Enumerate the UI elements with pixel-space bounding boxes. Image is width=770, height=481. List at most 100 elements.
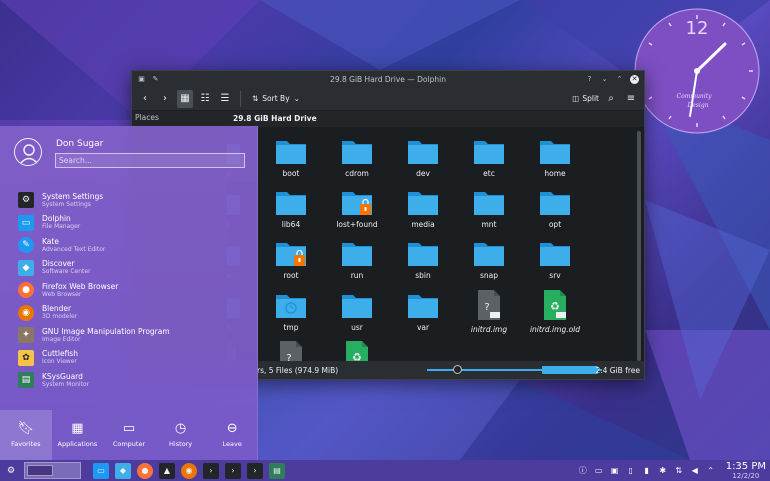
breadcrumb[interactable]: 29.8 GiB Hard Drive <box>227 111 644 127</box>
file-item[interactable]: usr <box>326 289 388 332</box>
icons-view-icon[interactable]: ▦ <box>177 89 193 108</box>
app-menu-icon[interactable]: ▣ <box>137 75 146 84</box>
firefox-task-icon[interactable]: ● <box>137 462 153 479</box>
file-item[interactable]: mnt <box>458 186 520 229</box>
task-manager: ▭ ◆ ● ▲ ◉ › › › ▤ <box>93 462 285 479</box>
app-item-firefox[interactable]: ● Firefox Web Browser Web Browser <box>0 279 258 302</box>
discover-task-icon[interactable]: ◆ <box>115 462 131 479</box>
app-item-cuttlefish[interactable]: ✿ Cuttlefish Icon Viewer <box>0 347 258 370</box>
split-button[interactable]: ◫ Split <box>572 94 599 103</box>
folder-icon <box>474 141 504 164</box>
leave-arrow-icon: ⊖ <box>226 421 238 436</box>
storage-icon[interactable]: ▯ <box>626 465 636 477</box>
dolphin-toolbar: ‹ › ▦ ☷ ☰ ⇅ Sort By ⌄ ◫ Split ⌕ ≡ <box>132 87 644 111</box>
monitor-task-icon[interactable]: ▤ <box>269 462 285 479</box>
dolphin-task-icon[interactable]: ▭ <box>93 462 109 479</box>
network-icon[interactable]: ⇅ <box>674 465 684 477</box>
file-item[interactable]: ♻ <box>326 340 388 361</box>
sort-by-button[interactable]: ⇅ Sort By ⌄ <box>248 94 304 103</box>
file-item[interactable]: root <box>260 237 322 280</box>
app-item-system-settings[interactable]: ⚙ System Settings System Settings <box>0 189 258 212</box>
search-icon[interactable]: ⌕ <box>603 90 619 108</box>
file-item[interactable]: tmp <box>260 289 322 332</box>
file-item[interactable]: dev <box>392 135 454 178</box>
file-item[interactable]: lib64 <box>260 186 322 229</box>
file-item[interactable]: ? <box>260 340 322 361</box>
window-titlebar[interactable]: ▣ ✎ 29.8 GiB Hard Drive — Dolphin ? ⌄ ⌃ … <box>132 71 644 87</box>
desktop-1[interactable] <box>27 465 53 476</box>
file-item[interactable]: media <box>392 186 454 229</box>
search-input[interactable] <box>55 153 245 168</box>
minimize-icon[interactable]: ⌄ <box>600 75 609 84</box>
konsole-task-icon[interactable]: › <box>225 462 241 479</box>
details-view-icon[interactable]: ☰ <box>217 90 233 108</box>
pin-icon[interactable]: ✎ <box>151 75 160 84</box>
folder-icon <box>276 295 306 318</box>
folder-icon <box>540 141 570 164</box>
file-view[interactable]: binbootcdromdevetchomeliblib64lost+found… <box>227 127 644 361</box>
bluetooth-icon[interactable]: ✱ <box>658 465 668 477</box>
file-item[interactable]: home <box>524 135 586 178</box>
file-item[interactable]: boot <box>260 135 322 178</box>
back-icon[interactable]: ‹ <box>137 90 153 108</box>
app-item-dolphin[interactable]: ▭ Dolphin File Manager <box>0 212 258 235</box>
clock-numeral: 12 <box>686 18 709 39</box>
file-item[interactable]: etc <box>458 135 520 178</box>
file-item[interactable]: cdrom <box>326 135 388 178</box>
desktop-2[interactable] <box>55 465 79 476</box>
volume-icon[interactable]: ◀ <box>690 465 700 477</box>
blender-task-icon[interactable]: ◉ <box>181 462 197 479</box>
dolphin-icon: ▭ <box>18 214 34 231</box>
app-item-discover[interactable]: ◆ Discover Software Center <box>0 257 258 280</box>
file-item[interactable]: opt <box>524 186 586 229</box>
tab-favorites[interactable]: 🔖︎ Favorites <box>0 410 52 460</box>
file-item[interactable]: lost+found <box>326 186 388 229</box>
terminal-task-icon[interactable]: › <box>203 462 219 479</box>
tab-label: Computer <box>112 440 146 448</box>
compact-view-icon[interactable]: ☷ <box>197 90 213 108</box>
file-item[interactable]: var <box>392 289 454 332</box>
tray-expand-icon[interactable]: ⌃ <box>706 465 716 477</box>
maximize-icon[interactable]: ⌃ <box>615 75 624 84</box>
folder-icon <box>408 243 438 266</box>
close-icon[interactable]: ✕ <box>630 74 639 84</box>
media-icon[interactable]: ▣ <box>610 465 620 477</box>
folder-icon <box>474 243 504 266</box>
user-avatar[interactable] <box>14 138 42 166</box>
tab-applications[interactable]: ▦ Applications <box>52 410 104 460</box>
hamburger-menu-icon[interactable]: ≡ <box>623 90 639 108</box>
file-name: sbin <box>415 271 431 280</box>
digital-clock[interactable]: 1:35 PM 12/2/20 <box>726 461 766 480</box>
zoom-slider-handle[interactable] <box>453 365 462 374</box>
app-item-ksysguard[interactable]: ▤ KSysGuard System Monitor <box>0 369 258 392</box>
chevron-down-icon: ⌄ <box>293 94 300 103</box>
battery-icon[interactable]: ▮ <box>642 465 652 477</box>
vertical-scrollbar[interactable] <box>637 131 641 361</box>
app-item-gimp[interactable]: ✦ GNU Image Manipulation Program Image Ed… <box>0 324 258 347</box>
tab-history[interactable]: ◷ History <box>155 410 207 460</box>
file-name: media <box>411 220 435 229</box>
tab-leave[interactable]: ⊖ Leave <box>206 410 258 460</box>
notifications-icon[interactable]: ⓘ <box>578 465 588 477</box>
file-item[interactable]: sbin <box>392 237 454 280</box>
inkscape-task-icon[interactable]: ▲ <box>159 462 175 479</box>
app-name: KSysGuard <box>42 371 83 381</box>
app-item-kate[interactable]: ✎ Kate Advanced Text Editor <box>0 234 258 257</box>
launcher-icon[interactable]: ⚙ <box>2 462 20 479</box>
file-item[interactable]: run <box>326 237 388 280</box>
folder-icon <box>342 141 372 164</box>
file-name: boot <box>282 169 300 178</box>
terminal-task-icon-2[interactable]: › <box>247 462 263 479</box>
forward-icon[interactable]: › <box>157 90 173 108</box>
file-item[interactable]: ♻ initrd.img.old <box>524 289 586 334</box>
tab-computer[interactable]: ▭ Computer <box>103 410 155 460</box>
app-name: Kate <box>42 236 59 246</box>
file-item[interactable]: snap <box>458 237 520 280</box>
clipboard-icon[interactable]: ▭ <box>594 465 604 477</box>
virtual-desktop-pager[interactable] <box>24 462 81 479</box>
app-item-blender[interactable]: ◉ Blender 3D modeler <box>0 302 258 325</box>
file-item[interactable]: srv <box>524 237 586 280</box>
file-item[interactable]: ? initrd.img <box>458 289 520 334</box>
help-icon[interactable]: ? <box>585 75 594 84</box>
file-name: home <box>544 169 566 178</box>
